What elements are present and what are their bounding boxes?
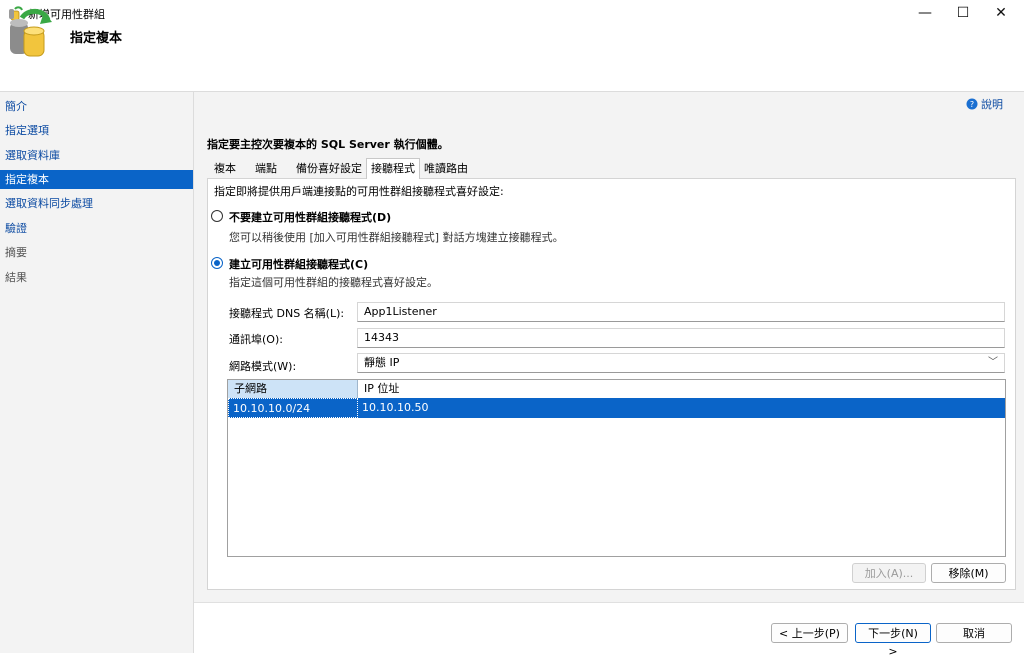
create-listener-description: 指定這個可用性群組的接聽程式喜好設定。 bbox=[229, 276, 438, 289]
sidebar-item-summary: 摘要 bbox=[5, 246, 27, 259]
sidebar-item-introduction[interactable]: 簡介 bbox=[0, 97, 193, 116]
sidebar-item-results: 結果 bbox=[5, 271, 27, 284]
sidebar-item-specify-replicas[interactable]: 指定複本 bbox=[0, 170, 193, 189]
panel-description: 指定即將提供用戶端連接點的可用性群組接聽程式喜好設定: bbox=[214, 185, 504, 198]
remove-ip-button[interactable]: 移除(M) bbox=[931, 563, 1006, 583]
network-mode-value: 靜態 IP bbox=[364, 356, 400, 369]
next-button[interactable]: 下一步(N) > bbox=[855, 623, 931, 658]
svg-text:?: ? bbox=[970, 100, 974, 109]
port-label: 通訊埠(O): bbox=[229, 333, 283, 346]
tab-backup-preferences[interactable]: 備份喜好設定 bbox=[292, 160, 366, 177]
title-bar bbox=[0, 0, 1024, 26]
dns-name-input[interactable]: App1Listener bbox=[357, 302, 1005, 322]
tab-endpoints[interactable]: 端點 bbox=[251, 160, 281, 177]
previous-button[interactable]: < 上一步(P) bbox=[771, 623, 848, 643]
column-header-ip-address[interactable]: IP 位址 bbox=[358, 380, 1005, 398]
cancel-button[interactable]: 取消 bbox=[936, 623, 1012, 643]
sidebar-item-specify-options[interactable]: 指定選項 bbox=[0, 121, 193, 140]
column-header-subnet[interactable]: 子網路 bbox=[228, 380, 358, 398]
wizard-steps-sidebar: 簡介 指定選項 選取資料庫 指定複本 選取資料同步處理 驗證 摘要 結果 bbox=[0, 92, 194, 653]
table-row-subnet-cell[interactable]: 10.10.10.0/24 bbox=[228, 398, 358, 418]
create-listener-label[interactable]: 建立可用性群組接聽程式(C) bbox=[229, 256, 368, 272]
network-mode-select[interactable]: 靜態 IP ﹀ bbox=[357, 353, 1005, 373]
page-title: 指定複本 bbox=[70, 31, 123, 46]
close-button[interactable]: ✕ bbox=[978, 0, 1024, 26]
sidebar-item-data-sync[interactable]: 選取資料同步處理 bbox=[0, 194, 193, 213]
add-ip-button[interactable]: 加入(A)... bbox=[852, 563, 926, 583]
tab-readonly-routing[interactable]: 唯讀路由 bbox=[420, 160, 472, 177]
tab-listener[interactable]: 接聽程式 bbox=[366, 158, 420, 179]
database-replica-icon bbox=[10, 8, 52, 57]
help-label: 說明 bbox=[981, 98, 1003, 111]
port-input[interactable]: 14343 bbox=[357, 328, 1005, 348]
create-listener-radio[interactable] bbox=[211, 257, 223, 269]
tab-replicas[interactable]: 複本 bbox=[210, 160, 240, 177]
instruction-text: 指定要主控次要複本的 SQL Server 執行個體。 bbox=[207, 138, 449, 151]
dns-name-label: 接聽程式 DNS 名稱(L): bbox=[229, 307, 345, 320]
help-link[interactable]: ? 說明 bbox=[966, 96, 1003, 112]
page-header bbox=[0, 26, 1024, 92]
network-mode-label: 網路模式(W): bbox=[229, 360, 297, 373]
help-icon: ? bbox=[966, 98, 978, 110]
sidebar-item-select-databases[interactable]: 選取資料庫 bbox=[0, 146, 193, 165]
no-listener-description: 您可以稍後使用 [加入可用性群組接聽程式] 對話方塊建立接聽程式。 bbox=[229, 231, 564, 244]
chevron-down-icon: ﹀ bbox=[988, 357, 998, 368]
table-row-ip-cell[interactable]: 10.10.10.50 bbox=[358, 398, 1005, 418]
sidebar-item-validation[interactable]: 驗證 bbox=[0, 219, 193, 238]
footer-divider bbox=[194, 602, 1024, 603]
no-listener-radio[interactable] bbox=[211, 210, 223, 222]
no-listener-label[interactable]: 不要建立可用性群組接聽程式(D) bbox=[229, 209, 391, 225]
